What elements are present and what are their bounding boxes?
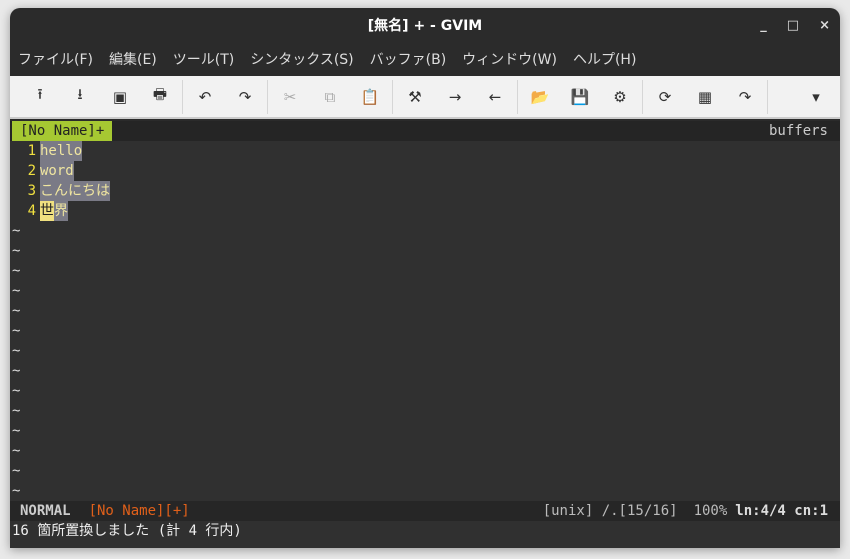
line-number: 2 [27,163,36,179]
editor-line: 4世界 [10,201,840,221]
title-bar: [無名] + - GVIM _ □ × [10,8,840,42]
empty-line-tilde: ~ [12,283,21,299]
copy-icon: ⧉ [324,87,336,106]
minimize-button[interactable]: _ [760,18,767,33]
empty-line-tilde: ~ [12,303,21,319]
toolbar-separator [767,79,768,114]
save-button[interactable]: ⭳ [60,82,100,112]
status-format: [unix] /.[15/16] [542,503,678,519]
line-text: word [40,161,74,181]
menu-item-3[interactable]: シンタックス(S) [250,49,353,69]
load-session-button[interactable]: 📂 [520,82,560,112]
ctags-button[interactable]: ▦ [685,82,725,112]
save-icon: ⭳ [77,85,83,103]
toolbar-separator [267,79,268,114]
replace-button[interactable]: ⚒ [395,82,435,112]
line-text: hello [40,141,83,161]
open-button[interactable]: ⭱ [20,82,60,112]
empty-line-tilde: ~ [12,223,21,239]
gvim-window: [無名] + - GVIM _ □ × ファイル(F) 編集(E) ツール(T) シン… [10,8,840,548]
copy-button[interactable]: ⧉ [310,82,350,112]
menu-item-1[interactable]: 編集(E) [109,49,157,69]
mode-indicator: NORMAL [20,503,71,519]
print-icon: 🖶 [152,85,168,103]
empty-line-tilde: ~ [12,323,21,339]
cut-button[interactable]: ✂ [270,82,310,112]
menu-bar: ファイル(F) 編集(E) ツール(T) シンタックス(S) バッファ(B) ウィンドウ(… [10,42,840,76]
command-line: 16 箇所置換しました (計 4 行内) [12,523,242,539]
line-number: 3 [27,183,36,199]
status-position: ln:4/4 cn:1 [735,503,828,519]
menu-item-6[interactable]: ヘルプ(H) [573,49,636,69]
editor-line: 2 word [10,161,840,181]
line-text: 界 [54,201,68,221]
toolbar-separator [392,79,393,114]
empty-line-tilde: ~ [12,343,21,359]
empty-line-tilde: ~ [12,383,21,399]
empty-line-tilde: ~ [12,263,21,279]
make-icon: ⟳ [658,87,672,106]
line-number: 4 [27,203,36,219]
empty-line-tilde: ~ [12,403,21,419]
menu-item-0[interactable]: ファイル(F) [18,49,93,69]
empty-line-tilde: ~ [12,423,21,439]
line-text: こんにちは [40,181,110,201]
find-next-icon: → [448,87,462,106]
window-title: [無名] + - GVIM [367,18,483,34]
empty-line-tilde: ~ [12,443,21,459]
tabline: [No Name]+ buffers [10,121,840,141]
open-icon: ⭱ [37,85,43,103]
save-all-icon: ▣ [112,87,128,106]
status-filename: [No Name][+] [88,503,190,519]
redo-icon: ↷ [238,87,252,106]
line-number: 1 [27,143,36,159]
empty-line-tilde: ~ [12,463,21,479]
find-prev-icon: ← [488,87,502,106]
toolbar: ⭱ ⭳ ▣ 🖶 ↶ ↷ ✂ ⧉ 📋 ⚒ → ← 📂 💾 ⚙ ⟳ ▦ ↷ ▾ [10,76,840,119]
editor-line: 3 こんにちは [10,181,840,201]
run-script-button[interactable]: ⚙ [600,82,640,112]
buffers-label: buffers [768,123,828,139]
ctags-icon: ▦ [697,87,713,106]
menu-item-2[interactable]: ツール(T) [173,49,234,69]
save-all-button[interactable]: ▣ [100,82,140,112]
empty-line-tilde: ~ [12,483,21,499]
toolbar-separator [517,79,518,114]
toolbar-separator [642,79,643,114]
editor-line: 1 hello [10,141,840,161]
undo-button[interactable]: ↶ [185,82,225,112]
menu-item-4[interactable]: バッファ(B) [370,49,447,69]
jump-tag-button[interactable]: ↷ [725,82,765,112]
replace-icon: ⚒ [408,87,422,106]
save-session-icon: 💾 [570,87,590,106]
find-prev-button[interactable]: ← [475,82,515,112]
find-next-button[interactable]: → [435,82,475,112]
tab-no-name[interactable]: [No Name]+ [12,121,113,141]
toolbar-separator [182,79,183,114]
cursor: 世 [40,201,54,221]
empty-line-tilde: ~ [12,243,21,259]
cut-icon: ✂ [283,87,297,106]
status-percent: 100% [693,503,728,519]
paste-icon: 📋 [360,87,380,106]
close-button[interactable]: × [819,18,830,33]
load-session-icon: 📂 [530,87,550,106]
save-session-button[interactable]: 💾 [560,82,600,112]
menu-item-5[interactable]: ウィンドウ(W) [462,49,557,69]
print-button[interactable]: 🖶 [140,82,180,112]
status-line: NORMAL [No Name][+] [unix] /.[15/16] 100… [10,501,840,521]
jump-tag-icon: ↷ [738,87,752,106]
run-script-icon: ⚙ [613,87,627,106]
empty-line-tilde: ~ [12,363,21,379]
paste-button[interactable]: 📋 [350,82,390,112]
editor[interactable]: [No Name]+ buffers 1 hello 2 word 3 こんにちは 4 世界 ~… [10,121,840,548]
make-button[interactable]: ⟳ [645,82,685,112]
undo-icon: ↶ [198,87,212,106]
toolbar-overflow-chevron-down-icon[interactable]: ▾ [796,82,836,112]
maximize-button[interactable]: □ [787,18,799,33]
redo-button[interactable]: ↷ [225,82,265,112]
